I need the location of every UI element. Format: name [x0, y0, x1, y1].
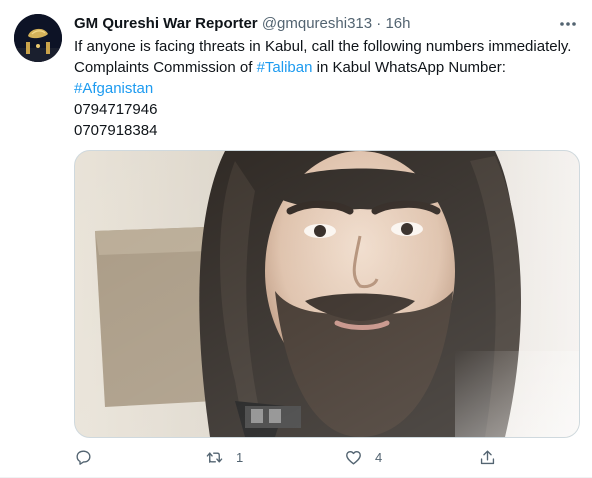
tweet-line-2-prefix: Complaints Commission of	[74, 59, 257, 76]
tweet-line-3: #Afganistan	[74, 78, 578, 99]
share-button[interactable]	[478, 446, 497, 468]
tweet-timestamp[interactable]: 16h	[385, 15, 410, 32]
reply-button[interactable]	[74, 446, 105, 468]
tweet-text: If anyone is facing threats in Kabul, ca…	[74, 36, 578, 141]
portrait-photo	[75, 151, 579, 437]
retweet-button[interactable]: 1	[205, 446, 243, 468]
retweet-count: 1	[236, 449, 244, 465]
share-icon	[480, 449, 495, 464]
hashtag-taliban[interactable]: #Taliban	[257, 59, 313, 76]
author-name[interactable]: GM Qureshi War Reporter	[74, 15, 258, 32]
avatar[interactable]	[14, 14, 62, 62]
tweet-actions: 1 4	[74, 446, 508, 468]
phone-number-1: 0794717946	[74, 101, 158, 118]
tweet-card[interactable]: GM Qureshi War Reporter @gmqureshi313 · …	[0, 0, 592, 478]
like-button[interactable]: 4	[344, 446, 382, 468]
tweet-header: GM Qureshi War Reporter @gmqureshi313 · …	[74, 14, 578, 34]
phone-number-2: 0707918384	[74, 122, 158, 139]
tweet-line-2: Complaints Commission of #Taliban in Kab…	[74, 57, 578, 78]
hashtag-afganistan[interactable]: #Afganistan	[74, 80, 153, 97]
separator-dot: ·	[376, 15, 382, 32]
heart-icon	[346, 450, 361, 465]
more-options-button[interactable]	[558, 14, 578, 34]
tweet-photo[interactable]	[74, 150, 580, 438]
more-dots-icon	[560, 22, 576, 26]
author-handle[interactable]: @gmqureshi313	[262, 15, 372, 32]
retweet-icon	[206, 451, 223, 463]
reply-icon	[76, 449, 91, 465]
like-count: 4	[375, 449, 383, 465]
avatar-image	[14, 14, 62, 62]
tweet-line-2-suffix: in Kabul WhatsApp Number:	[312, 59, 506, 76]
tweet-line-1: If anyone is facing threats in Kabul, ca…	[74, 38, 572, 55]
